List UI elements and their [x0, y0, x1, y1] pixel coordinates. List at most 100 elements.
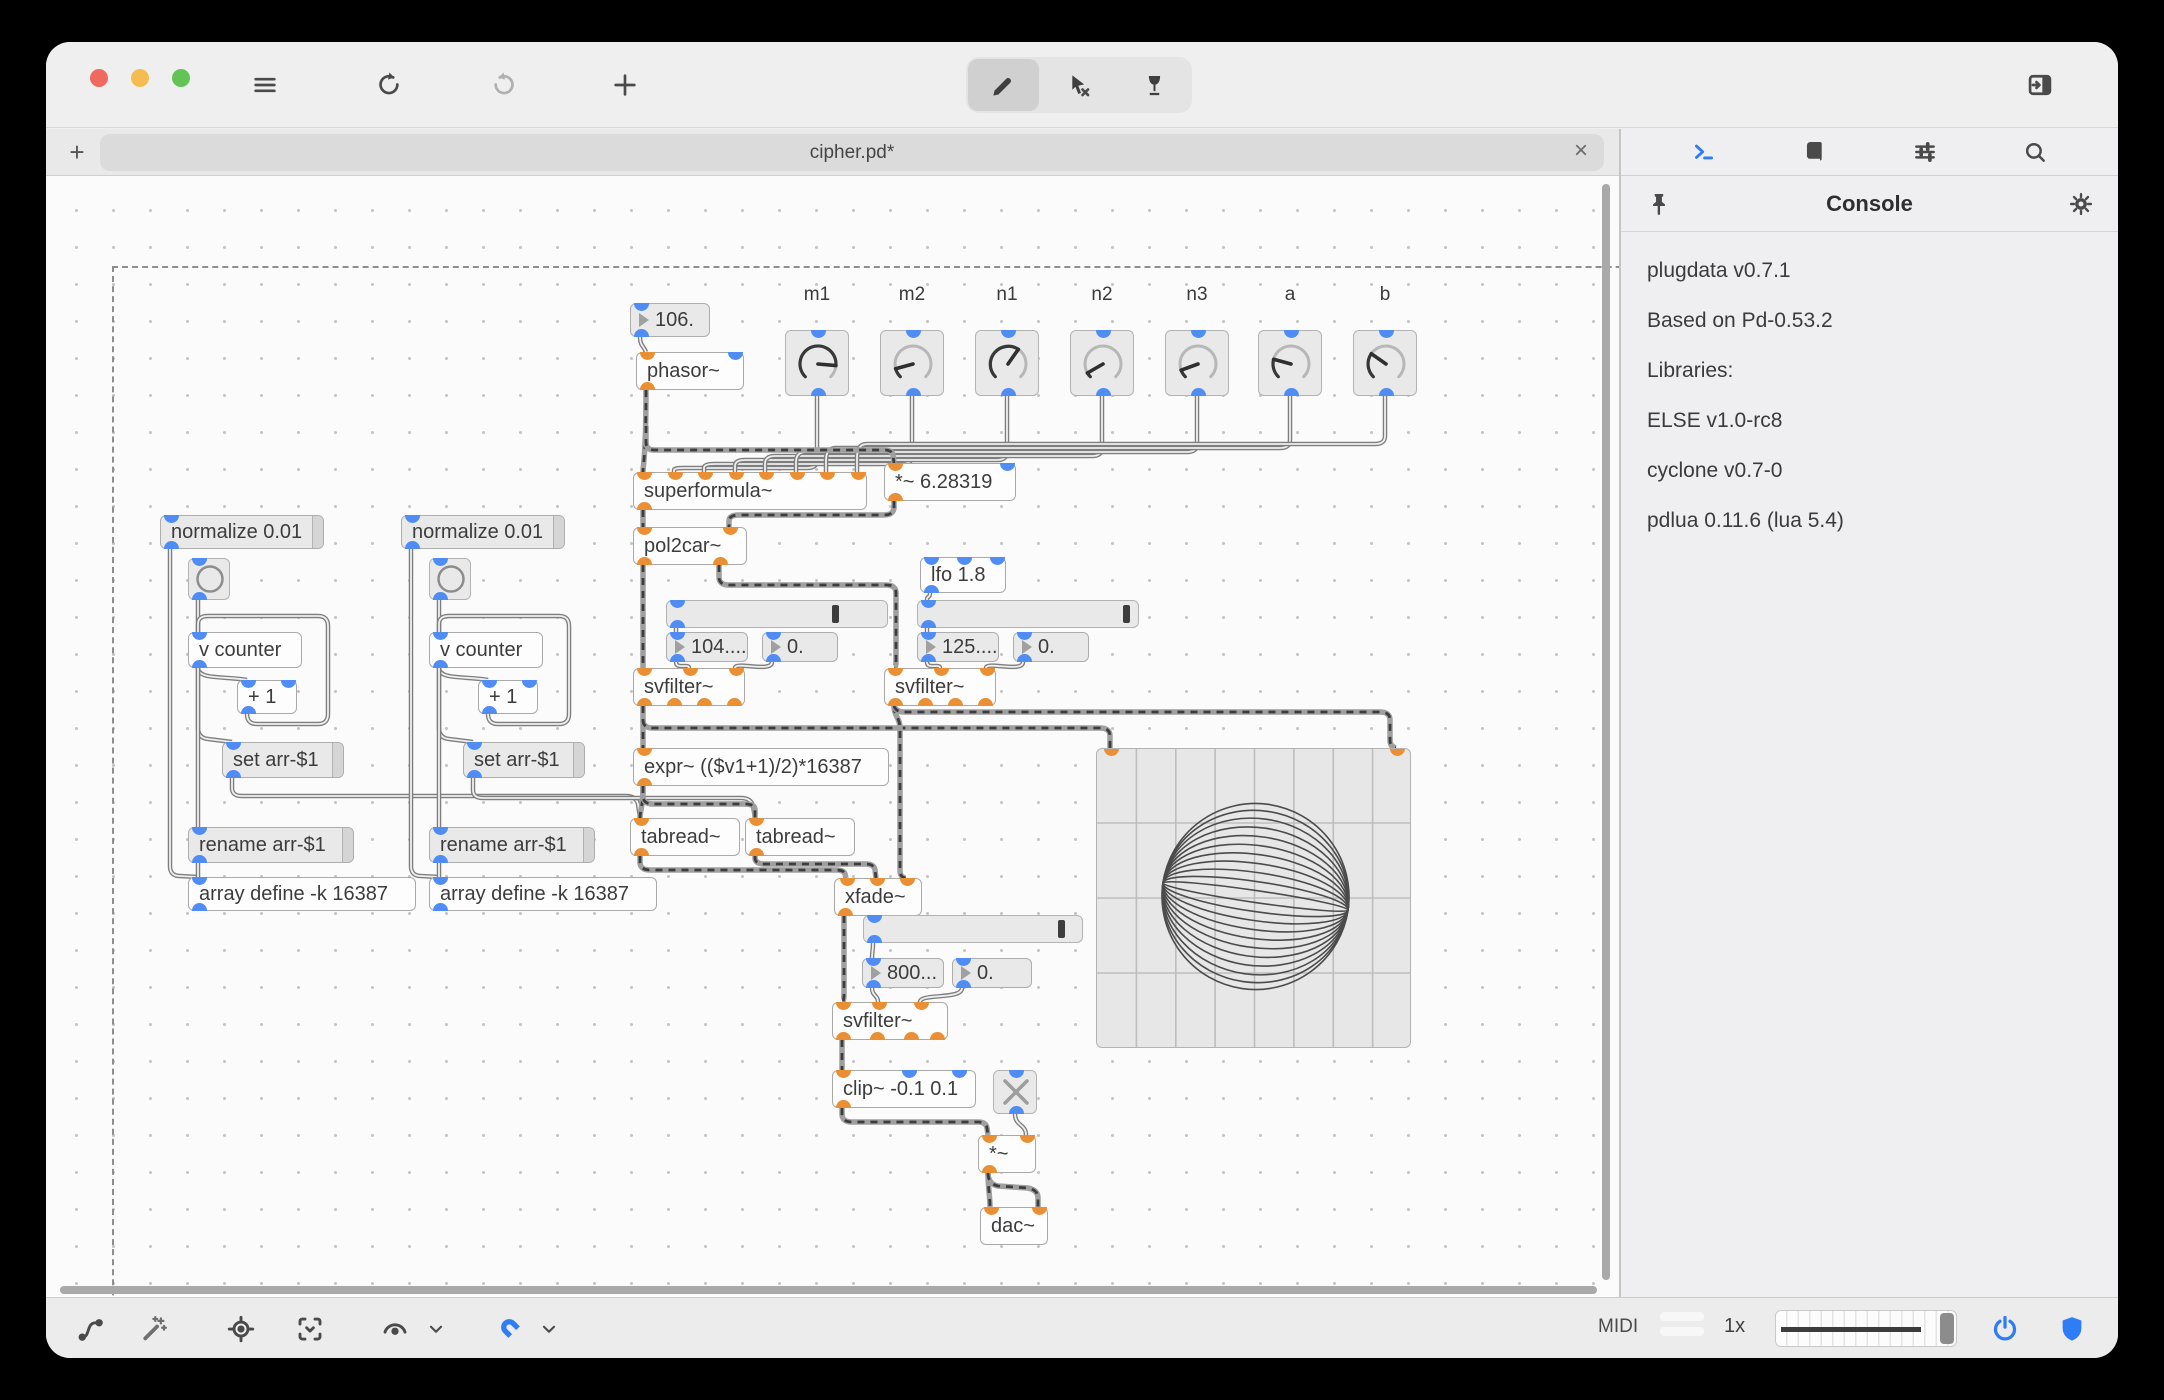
pd-bang-b[interactable] [429, 558, 471, 600]
control-inlet[interactable] [765, 632, 781, 640]
pd-knob-m1[interactable] [785, 330, 849, 396]
center-view-icon[interactable] [226, 1314, 256, 1344]
signal-outlet[interactable] [636, 778, 652, 786]
control-outlet[interactable] [191, 855, 207, 863]
slider-handle[interactable] [831, 605, 839, 623]
pd-set-arr-a[interactable]: set arr-$1 [222, 742, 344, 778]
patch-canvas[interactable]: m1 m2 n1 n2 n3 a b 106. phasor~ superformula~ *~ … [46, 176, 1619, 1297]
control-outlet[interactable] [432, 592, 448, 600]
pd-number-0-a[interactable]: 0. [762, 632, 838, 662]
pd-xfade[interactable]: xfade~ [834, 878, 922, 916]
toggle-sidebar-icon[interactable] [2026, 71, 2054, 99]
pd-slider-cutoff-1[interactable] [666, 600, 888, 628]
pd-vcounter-b[interactable]: v counter [429, 632, 543, 668]
signal-outlet[interactable] [636, 698, 652, 706]
zoom-window-button[interactable] [172, 69, 190, 87]
pd-set-arr-b[interactable]: set arr-$1 [463, 742, 585, 778]
pd-normalize-b[interactable]: normalize 0.01 [401, 515, 565, 549]
close-window-button[interactable] [90, 69, 108, 87]
control-outlet[interactable] [404, 541, 420, 549]
control-inlet[interactable] [1016, 632, 1032, 640]
snap-magnet-icon[interactable] [496, 1314, 526, 1344]
pd-number-0-b[interactable]: 0. [1013, 632, 1089, 662]
signal-inlet[interactable] [850, 472, 866, 480]
fit-zoom-icon[interactable] [295, 1314, 325, 1344]
gear-icon[interactable] [2068, 191, 2094, 217]
control-outlet[interactable] [432, 660, 448, 668]
signal-inlet[interactable] [722, 527, 738, 535]
control-outlet[interactable] [225, 770, 241, 778]
signal-outlet[interactable] [636, 502, 652, 510]
pd-rename-arr-a[interactable]: rename arr-$1 [188, 827, 354, 863]
minimize-window-button[interactable] [131, 69, 149, 87]
signal-outlet[interactable] [726, 698, 742, 706]
pd-lfo[interactable]: lfo 1.8 [920, 557, 1006, 593]
control-inlet[interactable] [989, 557, 1005, 565]
pd-phasor[interactable]: phasor~ [636, 352, 744, 390]
parameters-tab-icon[interactable] [1912, 139, 1938, 165]
pd-plus1-b[interactable]: + 1 [478, 680, 538, 714]
new-tab-button[interactable]: + [60, 135, 94, 169]
pd-number-104[interactable]: 104.... [666, 632, 748, 662]
control-inlet[interactable] [866, 915, 882, 923]
pd-knob-n2[interactable] [1070, 330, 1134, 396]
control-outlet[interactable] [191, 660, 207, 668]
control-outlet[interactable] [1016, 654, 1032, 662]
control-outlet[interactable] [432, 855, 448, 863]
control-outlet[interactable] [920, 654, 936, 662]
volume-meter[interactable] [1775, 1310, 1957, 1347]
control-outlet[interactable] [240, 706, 256, 714]
tidy-wand-icon[interactable] [139, 1314, 169, 1344]
add-object-icon[interactable] [611, 71, 639, 99]
signal-outlet[interactable] [639, 382, 655, 390]
control-outlet[interactable] [810, 388, 826, 396]
signal-inlet[interactable] [1019, 1135, 1035, 1143]
pd-number-106[interactable]: 106. [630, 303, 710, 337]
direction-icon[interactable] [380, 1314, 410, 1344]
signal-outlet[interactable] [666, 698, 682, 706]
horizontal-scrollbar[interactable] [60, 1286, 1597, 1294]
chevron-down-icon[interactable] [538, 1318, 560, 1340]
pd-svfilter-1[interactable]: svfilter~ [633, 668, 745, 706]
pd-slider-cutoff-3[interactable] [863, 915, 1083, 943]
pd-tabread-2[interactable]: tabread~ [745, 818, 855, 856]
pd-number-0-c[interactable]: 0. [952, 958, 1032, 988]
control-inlet[interactable] [633, 303, 649, 311]
pd-mul-out[interactable]: *~ [978, 1135, 1036, 1173]
pd-slider-cutoff-2[interactable] [917, 600, 1139, 628]
control-outlet[interactable] [1190, 388, 1206, 396]
control-outlet[interactable] [191, 592, 207, 600]
signal-outlet[interactable] [835, 1100, 851, 1108]
signal-outlet[interactable] [712, 557, 728, 565]
pd-knob-n1[interactable] [975, 330, 1039, 396]
control-outlet[interactable] [1378, 388, 1394, 396]
control-inlet[interactable] [920, 600, 936, 608]
signal-inlet[interactable] [913, 1002, 929, 1010]
undo-icon[interactable] [374, 71, 402, 99]
control-outlet[interactable] [865, 980, 881, 988]
search-tab-icon[interactable] [2022, 139, 2048, 165]
tab-cipher[interactable]: cipher.pd* × [100, 134, 1604, 171]
control-outlet[interactable] [920, 620, 936, 628]
control-outlet[interactable] [191, 903, 207, 911]
pd-bang-a[interactable] [188, 558, 230, 600]
control-outlet[interactable] [1283, 388, 1299, 396]
signal-outlet[interactable] [696, 698, 712, 706]
pd-expr[interactable]: expr~ (($v1+1)/2)*16387 [633, 748, 889, 786]
control-inlet[interactable] [280, 680, 296, 688]
pd-rename-arr-b[interactable]: rename arr-$1 [429, 827, 595, 863]
run-mode-button[interactable] [1043, 59, 1114, 111]
signal-inlet[interactable] [728, 668, 744, 676]
pd-knob-a[interactable] [1258, 330, 1322, 396]
signal-outlet[interactable] [977, 698, 993, 706]
signal-outlet[interactable] [869, 1032, 885, 1040]
slider-handle[interactable] [1057, 920, 1065, 938]
pd-pol2car[interactable]: pol2car~ [633, 527, 747, 565]
pd-superformula[interactable]: superformula~ [633, 472, 867, 510]
signal-outlet[interactable] [835, 1032, 851, 1040]
pd-array-define-a[interactable]: array define -k 16387 [188, 877, 416, 911]
pd-knob-b[interactable] [1353, 330, 1417, 396]
presentation-mode-button[interactable] [1119, 59, 1190, 111]
pd-svfilter-2[interactable]: svfilter~ [884, 668, 996, 706]
signal-outlet[interactable] [636, 557, 652, 565]
